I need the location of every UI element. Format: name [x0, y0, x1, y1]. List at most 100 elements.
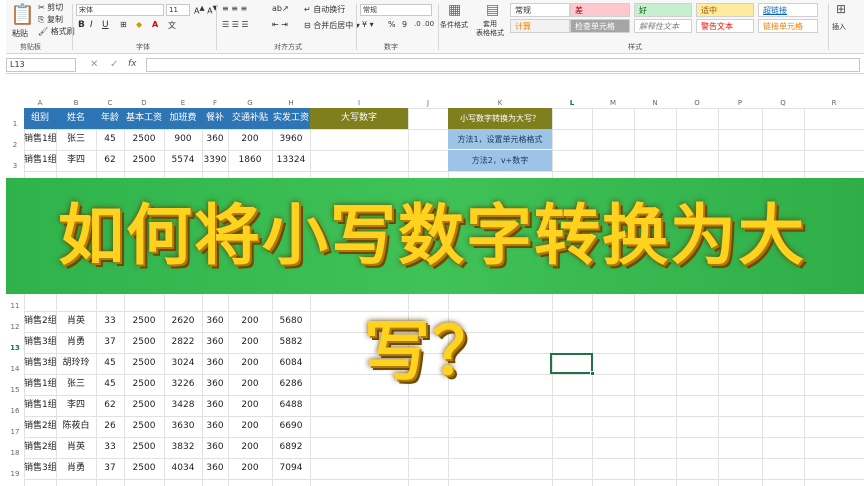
row-header-17[interactable]: 17 — [6, 428, 24, 436]
table-cell[interactable]: 肖勇 — [56, 458, 96, 479]
table-cell[interactable]: 33 — [96, 311, 124, 332]
column-header-L[interactable]: L — [552, 98, 592, 108]
font-size-select[interactable]: 11 — [166, 4, 190, 16]
cell-style-1[interactable]: 差 — [570, 3, 630, 17]
table-cell[interactable]: 2500 — [124, 129, 164, 150]
table-cell[interactable]: 2822 — [164, 332, 202, 353]
cell-style-7[interactable]: 解释性文本 — [634, 19, 692, 33]
table-cell[interactable]: 2500 — [124, 374, 164, 395]
indent-icon[interactable]: ⇤ ⇥ — [272, 20, 288, 29]
table-cell[interactable]: 13324 — [272, 150, 310, 171]
method2-cell[interactable]: 方法2，v+数字 — [448, 150, 552, 171]
table-cell[interactable]: 3960 — [272, 129, 310, 150]
table-cell[interactable]: 360 — [202, 416, 228, 437]
row-header-18[interactable]: 18 — [6, 449, 24, 457]
column-header-I[interactable]: I — [310, 98, 408, 108]
table-cell[interactable]: 360 — [202, 332, 228, 353]
table-cell[interactable]: 销售2组 — [24, 311, 56, 332]
method1-cell[interactable]: 方法1，设置单元格格式 — [448, 129, 552, 150]
table-cell[interactable]: 5882 — [272, 332, 310, 353]
comma-button[interactable]: 9 — [402, 20, 407, 29]
table-cell[interactable]: 360 — [202, 129, 228, 150]
row-header-15[interactable]: 15 — [6, 386, 24, 394]
grow-font-icon[interactable]: A▲ A▼ — [194, 4, 218, 16]
table-cell[interactable]: 200 — [228, 353, 272, 374]
italic-button[interactable]: I — [90, 20, 93, 30]
table-cell[interactable]: 360 — [202, 437, 228, 458]
column-header-P[interactable]: P — [718, 98, 762, 108]
copy-button[interactable]: ⎘ 复制 — [38, 14, 63, 25]
table-cell[interactable]: 销售1组 — [24, 150, 56, 171]
column-header-H[interactable]: H — [272, 98, 310, 108]
question-cell[interactable]: 小写数字转换为大写？ — [448, 108, 552, 129]
table-cell[interactable]: 销售1组 — [24, 395, 56, 416]
table-cell[interactable]: 2500 — [124, 353, 164, 374]
table-header-cell[interactable]: 年龄 — [96, 108, 124, 129]
table-cell[interactable]: 6892 — [272, 437, 310, 458]
table-cell[interactable]: 张三 — [56, 374, 96, 395]
row-header-1[interactable]: 1 — [6, 120, 24, 128]
table-cell[interactable]: 33 — [96, 437, 124, 458]
table-cell[interactable]: 45 — [96, 353, 124, 374]
table-cell[interactable]: 张三 — [56, 129, 96, 150]
table-cell[interactable]: 3630 — [164, 416, 202, 437]
table-cell[interactable]: 3024 — [164, 353, 202, 374]
table-cell[interactable]: 360 — [202, 458, 228, 479]
row-header-12[interactable]: 12 — [6, 323, 24, 331]
cell-style-4[interactable]: 超链接 — [758, 3, 818, 17]
table-cell[interactable]: 200 — [228, 311, 272, 332]
table-header-cell[interactable]: 基本工资 — [124, 108, 164, 129]
table-cell[interactable]: 2500 — [124, 437, 164, 458]
table-cell[interactable]: 62 — [96, 150, 124, 171]
row-header-16[interactable]: 16 — [6, 407, 24, 415]
table-cell[interactable]: 37 — [96, 458, 124, 479]
table-header-cell[interactable]: 加班费 — [164, 108, 202, 129]
table-cell[interactable]: 200 — [228, 395, 272, 416]
table-cell[interactable]: 900 — [164, 129, 202, 150]
merge-center-button[interactable]: ⊟ 合并后居中 ▾ — [304, 20, 360, 31]
table-cell[interactable]: 5680 — [272, 311, 310, 332]
borders-icon[interactable]: ⊞ — [120, 20, 127, 29]
table-cell[interactable]: 200 — [228, 332, 272, 353]
formula-input[interactable] — [146, 58, 860, 72]
table-cell[interactable]: 45 — [96, 129, 124, 150]
table-cell[interactable]: 1860 — [228, 150, 272, 171]
conditional-format-icon[interactable]: ▦ — [448, 2, 461, 18]
table-cell[interactable]: 3428 — [164, 395, 202, 416]
column-header-R[interactable]: R — [804, 98, 864, 108]
table-cell[interactable]: 肖英 — [56, 311, 96, 332]
column-header-F[interactable]: F — [202, 98, 228, 108]
conditional-format-button[interactable]: 条件格式 — [440, 20, 468, 30]
decimal-icon[interactable]: .0 .00 — [414, 20, 434, 28]
table-cell[interactable]: 胡玲玲 — [56, 353, 96, 374]
daxie-header-cell[interactable]: 大写数字 — [310, 108, 408, 129]
table-cell[interactable]: 26 — [96, 416, 124, 437]
column-header-A[interactable]: A — [24, 98, 56, 108]
row-header-11[interactable]: 11 — [6, 302, 24, 310]
phonetic-icon[interactable]: 文 — [168, 20, 176, 31]
table-cell[interactable]: 李四 — [56, 150, 96, 171]
cell-style-2[interactable]: 好 — [634, 3, 692, 17]
cell-style-0[interactable]: 常规 — [510, 3, 570, 17]
table-cell[interactable]: 3832 — [164, 437, 202, 458]
column-header-G[interactable]: G — [228, 98, 272, 108]
column-header-D[interactable]: D — [124, 98, 164, 108]
currency-icon[interactable]: ¥ ▾ — [362, 20, 374, 29]
font-name-select[interactable]: 宋体 — [76, 4, 164, 16]
table-cell[interactable]: 6084 — [272, 353, 310, 374]
column-header-J[interactable]: J — [408, 98, 448, 108]
column-header-Q[interactable]: Q — [762, 98, 804, 108]
table-cell[interactable]: 45 — [96, 374, 124, 395]
table-cell[interactable]: 360 — [202, 395, 228, 416]
table-cell[interactable]: 肖勇 — [56, 332, 96, 353]
name-box[interactable]: L13 — [6, 58, 76, 72]
insert-button[interactable]: 插入 — [832, 22, 846, 32]
table-cell[interactable]: 5574 — [164, 150, 202, 171]
insert-function-button[interactable]: fx — [128, 59, 137, 69]
cell-style-3[interactable]: 适中 — [696, 3, 754, 17]
bold-button[interactable]: B — [78, 20, 85, 30]
table-cell[interactable]: 李四 — [56, 395, 96, 416]
wrap-text-button[interactable]: ↵ 自动换行 — [304, 4, 345, 15]
table-cell[interactable]: 360 — [202, 311, 228, 332]
cell-style-9[interactable]: 链接单元格 — [758, 19, 818, 33]
